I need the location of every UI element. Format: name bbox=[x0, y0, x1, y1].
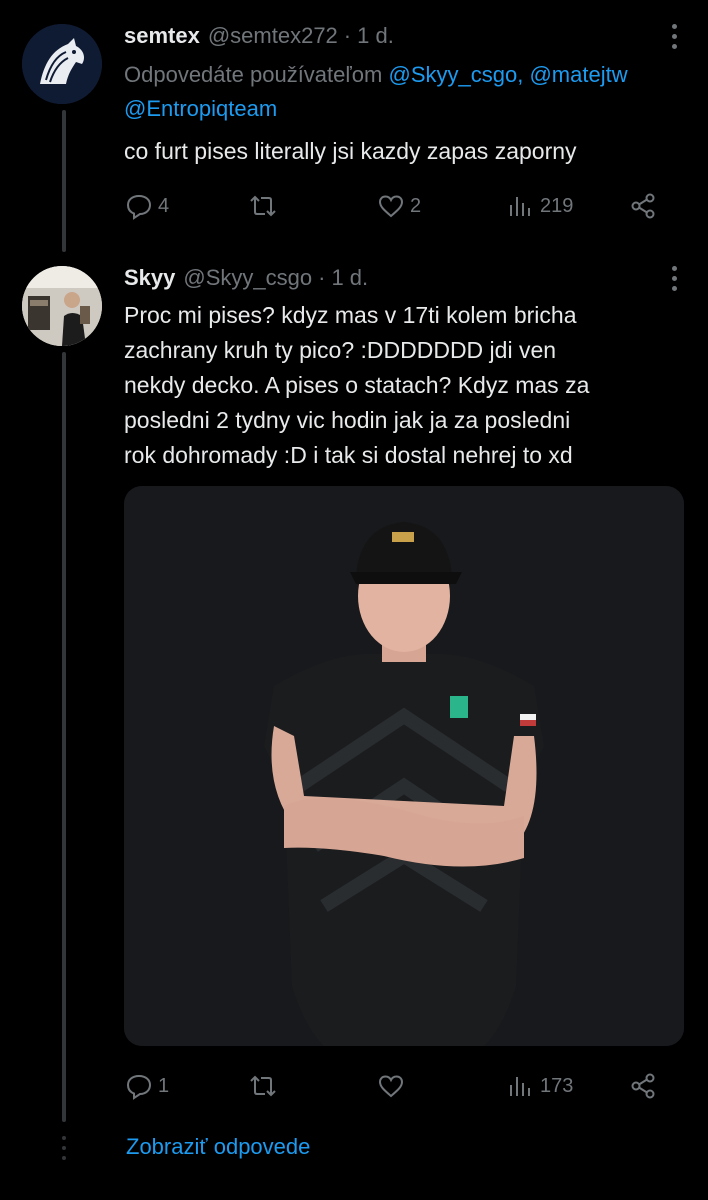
tweet2-media-image[interactable] bbox=[124, 486, 684, 1046]
tweet1-like-button[interactable]: 2 bbox=[376, 186, 421, 226]
tweet1-like-count: 2 bbox=[410, 194, 422, 217]
reply-prefix: Odpovedáte používateľom bbox=[124, 62, 383, 87]
thread-line-bottom bbox=[62, 352, 66, 1122]
tweet1-reply-button[interactable]: 4 bbox=[124, 186, 169, 226]
tweet2-timestamp[interactable]: 1 d. bbox=[331, 265, 368, 291]
tweet2-reply-button[interactable]: 1 bbox=[124, 1066, 169, 1106]
tweet2-like-button[interactable] bbox=[376, 1066, 410, 1106]
tweet2-share-button[interactable] bbox=[628, 1066, 658, 1106]
semtex-avatar[interactable] bbox=[22, 24, 102, 104]
share-icon bbox=[631, 193, 655, 219]
tweet1-more-icon[interactable] bbox=[672, 24, 678, 50]
tweet2-separator: · bbox=[318, 265, 326, 290]
tweet1-reply-context: Odpovedáte používateľom @Skyy_csgo, @mat… bbox=[124, 58, 708, 92]
show-replies-link[interactable]: Zobraziť odpovede bbox=[126, 1134, 310, 1160]
tweet1-reply-count: 4 bbox=[158, 194, 170, 217]
tweet2-views-button[interactable]: 173 bbox=[506, 1066, 573, 1106]
tweet1-author-handle[interactable]: @semtex272 bbox=[208, 23, 338, 49]
tweet1-views-button[interactable]: 219 bbox=[506, 186, 573, 226]
thread-line-top bbox=[62, 110, 66, 252]
tweet2-author-handle[interactable]: @Skyy_csgo bbox=[183, 265, 312, 291]
tweet1-timestamp[interactable]: 1 d. bbox=[357, 23, 394, 49]
mention-entropiqteam[interactable]: @Entropiqteam bbox=[124, 96, 277, 121]
tweet2-text-line: rok dohromady :D i tak si dostal nehrej … bbox=[124, 442, 573, 468]
tweet2-author-name[interactable]: Skyy bbox=[124, 265, 175, 291]
liquid-horse-logo-icon bbox=[22, 24, 102, 104]
tweet2-reply-count: 1 bbox=[158, 1074, 170, 1097]
tweet1-retweet-button[interactable] bbox=[248, 186, 282, 226]
tweet1-separator: · bbox=[343, 23, 352, 48]
tweet2-actions: 1 173 bbox=[124, 1066, 664, 1106]
tweet2-header: Skyy @Skyy_csgo · 1 d. bbox=[124, 258, 708, 298]
tweet2-text-line: posledni 2 tydny vic hodin jak ja za pos… bbox=[124, 407, 571, 433]
mention-skyy[interactable]: @Skyy_csgo, bbox=[389, 62, 524, 87]
skyy-avatar[interactable] bbox=[22, 266, 102, 346]
views-icon bbox=[510, 197, 530, 216]
tweet2-view-count: 173 bbox=[540, 1074, 574, 1097]
tweet2-retweet-button[interactable] bbox=[248, 1066, 282, 1106]
retweet-icon bbox=[250, 195, 276, 217]
tweet1-share-button[interactable] bbox=[628, 186, 658, 226]
reply-icon bbox=[126, 1074, 152, 1100]
tweet1-view-count: 219 bbox=[540, 194, 574, 217]
player-photo bbox=[124, 486, 684, 1046]
retweet-icon bbox=[250, 1075, 276, 1097]
tweet1-actions: 4 2 219 bbox=[124, 186, 664, 226]
mention-matejtw[interactable]: @matejtw bbox=[529, 62, 627, 87]
tweet1-author-name[interactable]: semtex bbox=[124, 23, 200, 49]
tweet2-text-line: Proc mi pises? kdyz mas v 17ti kolem bri… bbox=[124, 302, 577, 328]
like-icon bbox=[378, 195, 404, 218]
tweet1-reply-context-2: @Entropiqteam bbox=[124, 92, 708, 126]
tweet2-text-line: zachrany kruh ty pico? :DDDDDDD jdi ven bbox=[124, 337, 557, 363]
tweet2-text-line: nekdy decko. A pises o statach? Kdyz mas… bbox=[124, 372, 590, 398]
tweet1-text: co furt pises literally jsi kazdy zapas … bbox=[124, 138, 577, 164]
tweet2-more-icon[interactable] bbox=[672, 266, 678, 292]
views-icon bbox=[510, 1077, 530, 1096]
tweet1-header: semtex @semtex272 · 1 d. bbox=[124, 16, 708, 56]
reply-icon bbox=[126, 194, 152, 220]
share-icon bbox=[631, 1073, 655, 1099]
skyy-profile-photo bbox=[22, 266, 102, 346]
like-icon bbox=[378, 1075, 404, 1098]
tweet2-text: Proc mi pises? kdyz mas v 17ti kolem bri… bbox=[124, 298, 708, 473]
thread-continuation-dots bbox=[62, 1136, 66, 1166]
